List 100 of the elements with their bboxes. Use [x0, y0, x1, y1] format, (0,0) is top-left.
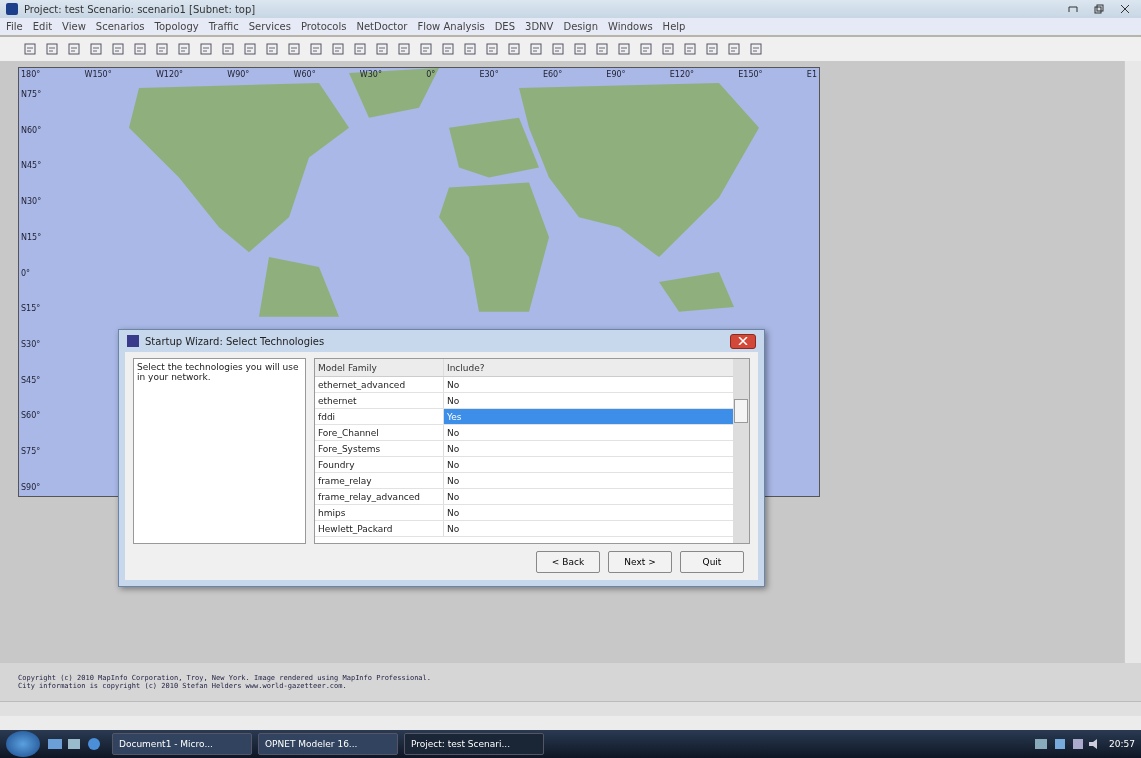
tool-icon — [616, 42, 631, 56]
window-title: Project: test Scenario: scenario1 [Subnet: top] — [24, 3, 256, 15]
menu-item[interactable]: Design — [563, 21, 598, 32]
menu-item[interactable]: Protocols — [300, 21, 347, 32]
instructions-text: Select the technologies you will use in your network. — [133, 358, 306, 544]
longitude-label: 180° — [21, 70, 41, 79]
latitude-label: S45° — [21, 375, 42, 385]
tool-icon — [330, 42, 345, 56]
longitude-label: W90° — [227, 70, 250, 79]
table-cell[interactable]: No — [444, 377, 733, 392]
menu-item[interactable]: DES — [494, 21, 516, 32]
latitude-label: N60° — [21, 125, 42, 135]
tool-icon — [704, 42, 719, 56]
scrollbar[interactable] — [0, 701, 1141, 716]
minimize-icon — [1068, 5, 1078, 13]
start-button[interactable] — [6, 731, 40, 757]
table-cell: Hewlett_Packard — [315, 521, 444, 536]
latitude-label: N15° — [21, 232, 42, 242]
tool-icon — [528, 42, 543, 56]
tool-icon — [396, 42, 411, 56]
menu-item[interactable]: Traffic — [208, 21, 239, 32]
table-cell: Fore_Systems — [315, 441, 444, 456]
tool-icon — [418, 42, 433, 56]
longitude-label: W120° — [155, 70, 184, 79]
latitude-label: N30° — [21, 197, 42, 207]
tool-icon — [242, 42, 257, 56]
app-icon — [6, 3, 18, 15]
tool-icon — [682, 42, 697, 56]
tool-icon — [308, 42, 323, 56]
tool-icon — [484, 42, 499, 56]
tool-icon — [440, 42, 455, 56]
menu-item[interactable]: NetDoctor — [356, 21, 408, 32]
table-cell[interactable]: No — [444, 393, 733, 408]
menu-item[interactable]: Help — [662, 21, 686, 32]
longitude-label: W150° — [84, 70, 112, 79]
latitude-label: S15° — [21, 304, 42, 314]
scrollbar[interactable] — [1124, 61, 1141, 663]
tool-icon — [506, 42, 521, 56]
latitude-label: S75° — [21, 447, 42, 457]
table-cell[interactable]: No — [444, 489, 733, 504]
tool-icon — [66, 42, 81, 56]
table-cell[interactable]: No — [444, 425, 733, 440]
tool-icon — [374, 42, 389, 56]
tool-icon — [572, 42, 587, 56]
tool-icon — [264, 42, 279, 56]
tool-icon — [286, 42, 301, 56]
close-button[interactable] — [730, 333, 756, 349]
latitude-label: N45° — [21, 161, 42, 171]
table-cell: Foundry — [315, 457, 444, 472]
longitude-label: E30° — [479, 70, 499, 79]
table-cell: Fore_Channel — [315, 425, 444, 440]
scrollbar[interactable] — [733, 359, 749, 543]
scroll-thumb[interactable] — [734, 399, 748, 423]
menu-item[interactable]: Services — [248, 21, 291, 32]
menu-item[interactable]: Edit — [32, 21, 53, 32]
table-cell: hmips — [315, 505, 444, 520]
longitude-label: W60° — [293, 70, 316, 79]
restore-icon — [1094, 4, 1104, 14]
table-cell[interactable]: No — [444, 521, 733, 536]
tool-icon — [660, 42, 675, 56]
table-cell: ethernet_advanced — [315, 377, 444, 392]
longitude-label: E1 — [806, 70, 817, 79]
longitude-label: W30° — [359, 70, 382, 79]
tool-icon — [22, 42, 37, 56]
table-cell[interactable]: No — [444, 441, 733, 456]
table-cell[interactable]: No — [444, 505, 733, 520]
tool-icon — [594, 42, 609, 56]
latitude-label: 0° — [21, 268, 32, 278]
menu-item[interactable]: Windows — [607, 21, 653, 32]
table-cell: frame_relay — [315, 473, 444, 488]
menu-item[interactable]: Topology — [154, 21, 199, 32]
table-cell[interactable]: No — [444, 457, 733, 472]
dialog-button[interactable]: Quit — [680, 551, 744, 573]
close-icon — [738, 337, 748, 345]
wizard-icon — [127, 335, 139, 347]
tool-icon — [638, 42, 653, 56]
tool-icon — [44, 42, 59, 56]
dialog-button[interactable]: Next > — [608, 551, 672, 573]
taskbar-button[interactable]: Document1 - Micro... — [112, 733, 252, 755]
taskbar-button[interactable]: Project: test Scenari... — [404, 733, 544, 755]
latitude-label: S90° — [21, 482, 42, 492]
tool-icon — [132, 42, 147, 56]
longitude-label: E90° — [606, 70, 626, 79]
menu-item[interactable]: File — [6, 21, 23, 32]
taskbar-button[interactable]: OPNET Modeler 16... — [258, 733, 398, 755]
menu-item[interactable]: Flow Analysis — [417, 21, 485, 32]
close-icon — [1120, 4, 1130, 14]
table-cell: ethernet — [315, 393, 444, 408]
dialog-title: Startup Wizard: Select Technologies — [145, 335, 325, 347]
latitude-label: N75° — [21, 90, 42, 99]
tool-icon — [88, 42, 103, 56]
column-header: Model Family — [315, 359, 444, 376]
dialog-button[interactable]: < Back — [536, 551, 600, 573]
latitude-label: S30° — [21, 340, 42, 350]
menu-item[interactable]: Scenarios — [95, 21, 145, 32]
tool-icon — [220, 42, 235, 56]
latitude-label: S60° — [21, 411, 42, 421]
table-cell[interactable]: No — [444, 473, 733, 488]
menu-item[interactable]: 3DNV — [525, 21, 554, 32]
menu-item[interactable]: View — [62, 21, 86, 32]
